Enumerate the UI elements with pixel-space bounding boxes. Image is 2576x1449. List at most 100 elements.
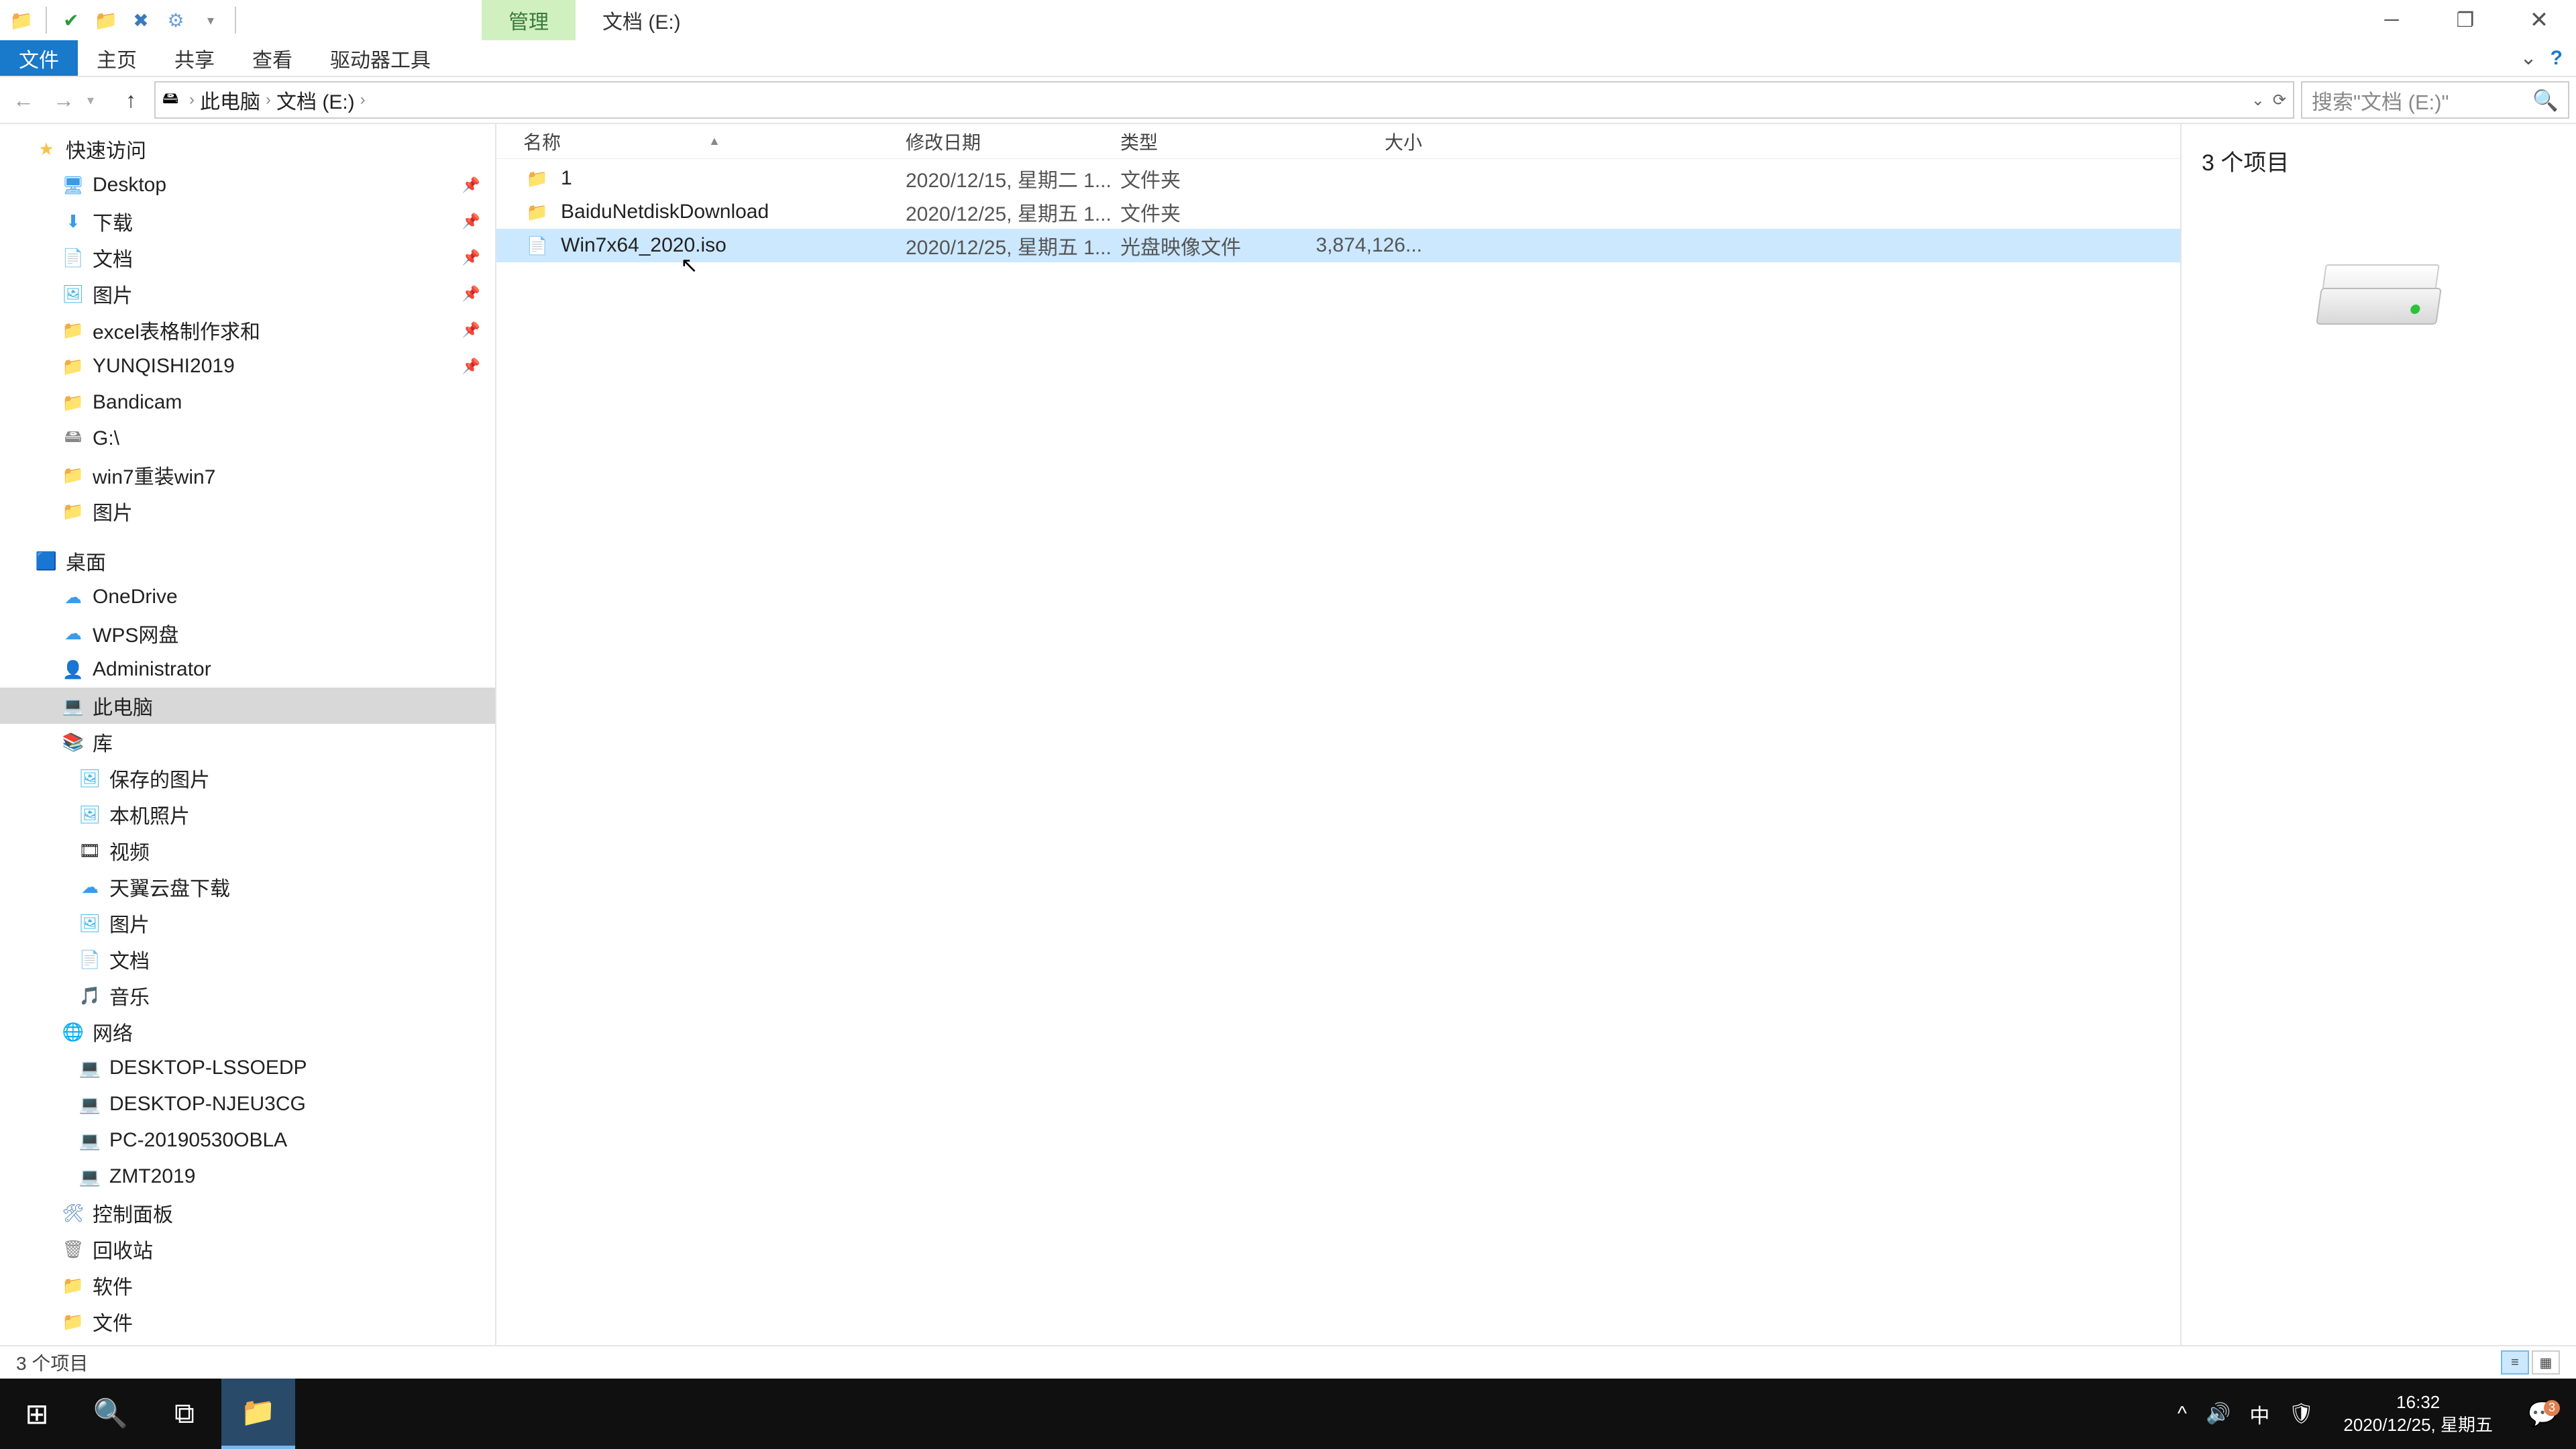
tree-pc3[interactable]: 💻PC-20190530OBLA: [0, 1122, 495, 1159]
tree-pics3[interactable]: 🖼图片: [0, 905, 495, 941]
view-icons-button[interactable]: ▦: [2532, 1350, 2560, 1375]
tree-desktop[interactable]: 🖥Desktop📌: [0, 167, 495, 203]
check-icon[interactable]: ✔: [56, 5, 86, 35]
security-icon[interactable]: 🛡: [2288, 1402, 2314, 1426]
tree-gdrive[interactable]: 🖴G:\: [0, 421, 495, 457]
tab-share[interactable]: 共享: [156, 40, 233, 76]
tree-desktop-root[interactable]: 🟦桌面: [0, 543, 495, 579]
search-field[interactable]: 搜索"文档 (E:)" 🔍: [2301, 81, 2569, 119]
tree-tianyi[interactable]: ☁天翼云盘下载: [0, 869, 495, 905]
tree-bandicam[interactable]: 📁Bandicam: [0, 384, 495, 421]
x-icon[interactable]: ✖: [126, 5, 156, 35]
column-name[interactable]: 名称▲: [523, 128, 906, 155]
chevron-right-icon[interactable]: ›: [189, 91, 195, 109]
preview-pane: 3 个项目: [2180, 124, 2576, 1345]
navigation-tree[interactable]: ★快速访问 🖥Desktop📌 ⬇下载📌 📄文档📌 🖼图片📌 📁excel表格制…: [0, 124, 496, 1345]
column-headers[interactable]: 名称▲ 修改日期 类型 大小: [496, 124, 2180, 159]
tab-file[interactable]: 文件: [0, 40, 78, 76]
tree-recycle[interactable]: 🗑回收站: [0, 1231, 495, 1267]
document-icon: 📄: [77, 949, 103, 970]
contextual-tab-manage[interactable]: 管理: [482, 0, 576, 40]
tree-yunqishi[interactable]: 📁YUNQISHI2019📌: [0, 348, 495, 384]
expand-ribbon-icon[interactable]: ⌄: [2520, 46, 2537, 70]
tree-saved-pics[interactable]: 🖼保存的图片: [0, 760, 495, 796]
tree-downloads[interactable]: ⬇下载📌: [0, 203, 495, 239]
tree-pc1[interactable]: 💻DESKTOP-LSSOEDP: [0, 1050, 495, 1086]
file-row[interactable]: 📁12020/12/15, 星期二 1...文件夹: [496, 162, 2180, 195]
pc-icon: 💻: [77, 1058, 103, 1079]
sort-asc-icon: ▲: [708, 134, 720, 148]
history-dropdown[interactable]: ▾: [87, 92, 107, 109]
folder-icon[interactable]: 📁: [91, 5, 121, 35]
tree-admin[interactable]: 👤Administrator: [0, 651, 495, 688]
back-button[interactable]: ←: [7, 83, 40, 117]
file-row[interactable]: 📄Win7x64_2020.iso2020/12/25, 星期五 1...光盘映…: [496, 229, 2180, 262]
crumb-this-pc[interactable]: 此电脑: [195, 85, 266, 115]
crumb-drive[interactable]: 文档 (E:): [271, 85, 360, 115]
file-date: 2020/12/25, 星期五 1...: [906, 231, 1120, 260]
cloud-icon: ☁: [60, 587, 86, 608]
tree-file-folder[interactable]: 📁文件: [0, 1303, 495, 1340]
tab-home[interactable]: 主页: [78, 40, 156, 76]
chevron-right-icon[interactable]: ›: [266, 91, 271, 109]
start-button[interactable]: ⊞: [0, 1379, 74, 1449]
minimize-button[interactable]: ─: [2355, 0, 2428, 40]
column-type[interactable]: 类型: [1120, 128, 1301, 155]
tree-pc4[interactable]: 💻ZMT2019: [0, 1159, 495, 1195]
pc-icon: 💻: [77, 1130, 103, 1151]
properties-icon[interactable]: ⚙: [161, 5, 191, 35]
chevron-right-icon[interactable]: ›: [360, 91, 366, 109]
tree-pc2[interactable]: 💻DESKTOP-NJEU3CG: [0, 1086, 495, 1122]
tree-software[interactable]: 📁软件: [0, 1267, 495, 1303]
close-button[interactable]: ✕: [2502, 0, 2576, 40]
tree-excel[interactable]: 📁excel表格制作求和📌: [0, 312, 495, 348]
action-center-button[interactable]: 💬3: [2522, 1400, 2563, 1428]
tab-drive-tools[interactable]: 驱动器工具: [311, 40, 449, 76]
maximize-button[interactable]: ❐: [2428, 0, 2502, 40]
address-dropdown-icon[interactable]: ⌄: [2251, 91, 2265, 110]
search-icon[interactable]: 🔍: [2532, 88, 2559, 113]
task-view-button[interactable]: ⧉: [148, 1379, 221, 1449]
tree-music[interactable]: 🎵音乐: [0, 977, 495, 1014]
forward-button[interactable]: →: [47, 83, 80, 117]
address-bar-row: ← → ▾ ↑ 🖴 › 此电脑 › 文档 (E:) › ⌄ ⟳ 搜索"文档 (E…: [0, 77, 2576, 124]
file-row[interactable]: 📁BaiduNetdiskDownload2020/12/25, 星期五 1..…: [496, 195, 2180, 229]
refresh-icon[interactable]: ⟳: [2273, 91, 2286, 110]
tree-local-photos[interactable]: 🖼本机照片: [0, 796, 495, 833]
title-bar: 📁 ✔ 📁 ✖ ⚙ ▾ 管理 文档 (E:) ─ ❐ ✕: [0, 0, 2576, 40]
qat-dropdown-icon[interactable]: ▾: [196, 5, 225, 35]
file-icon: 📄: [523, 235, 551, 256]
file-type: 光盘映像文件: [1120, 231, 1301, 260]
up-button[interactable]: ↑: [114, 83, 148, 117]
tree-pictures[interactable]: 🖼图片📌: [0, 276, 495, 312]
tree-libraries[interactable]: 📚库: [0, 724, 495, 760]
tree-network[interactable]: 🌐网络: [0, 1014, 495, 1050]
tree-videos[interactable]: 🎞视频: [0, 833, 495, 869]
tree-control-panel[interactable]: 🛠控制面板: [0, 1195, 495, 1231]
clock[interactable]: 16:32 2020/12/25, 星期五: [2332, 1391, 2504, 1437]
file-type: 文件夹: [1120, 164, 1301, 193]
cloud-icon: ☁: [60, 623, 86, 644]
tree-win7[interactable]: 📁win7重装win7: [0, 457, 495, 493]
tree-documents[interactable]: 📄文档📌: [0, 239, 495, 276]
search-button[interactable]: 🔍: [74, 1379, 148, 1449]
tree-pictures2[interactable]: 📁图片: [0, 493, 495, 529]
column-date[interactable]: 修改日期: [906, 128, 1120, 155]
ime-indicator[interactable]: 中: [2249, 1399, 2269, 1429]
help-icon[interactable]: ?: [2551, 47, 2563, 70]
tree-onedrive[interactable]: ☁OneDrive: [0, 579, 495, 615]
tray-chevron-icon[interactable]: ^: [2178, 1403, 2187, 1426]
view-details-button[interactable]: ≡: [2501, 1350, 2529, 1375]
explorer-taskbar-button[interactable]: 📁: [221, 1379, 295, 1449]
tree-docs2[interactable]: 📄文档: [0, 941, 495, 977]
tree-wps[interactable]: ☁WPS网盘: [0, 615, 495, 651]
tree-quick-access[interactable]: ★快速访问: [0, 131, 495, 167]
tree-this-pc[interactable]: 💻此电脑: [0, 688, 495, 724]
address-field[interactable]: 🖴 › 此电脑 › 文档 (E:) › ⌄ ⟳: [154, 81, 2294, 119]
column-size[interactable]: 大小: [1301, 128, 1422, 155]
video-icon: 🎞: [77, 841, 103, 861]
cloud-icon: ☁: [77, 877, 103, 898]
preview-title: 3 个项目: [2202, 144, 2556, 177]
tab-view[interactable]: 查看: [233, 40, 311, 76]
volume-icon[interactable]: 🔊: [2206, 1402, 2231, 1426]
